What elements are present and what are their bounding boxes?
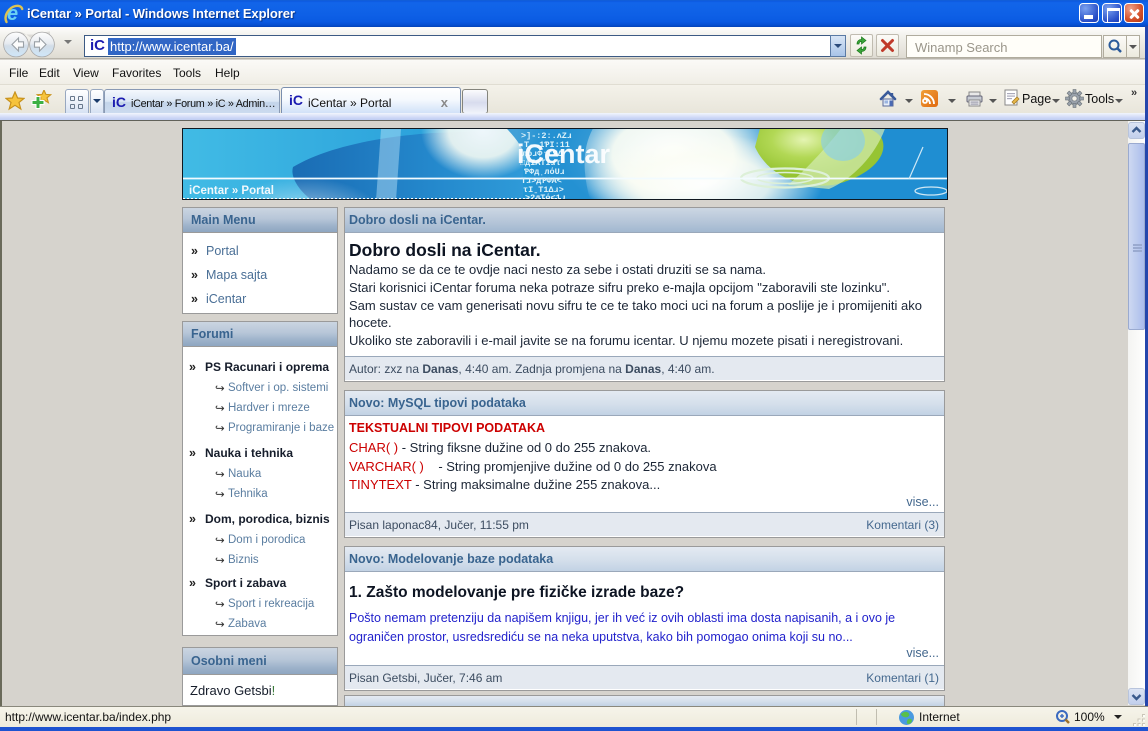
svg-text:iCentar: iCentar <box>517 139 611 169</box>
